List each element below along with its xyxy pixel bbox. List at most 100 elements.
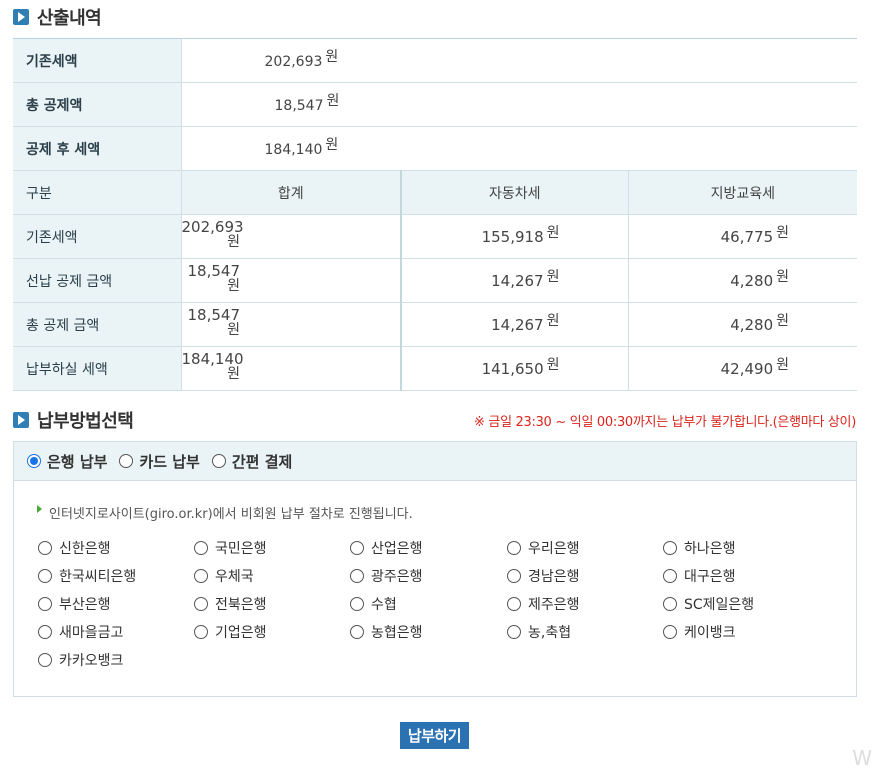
car-tax-cell: 155,918 원	[401, 214, 629, 259]
radio-icon[interactable]	[663, 625, 677, 639]
column-header: 합계	[181, 170, 402, 215]
bank-option[interactable]: 농협은행	[350, 623, 507, 641]
bank-label: 경남은행	[528, 569, 580, 585]
method-bank[interactable]: 은행 납부	[27, 451, 107, 472]
bank-option[interactable]: 광주은행	[350, 567, 507, 585]
bank-option[interactable]: 농,축협	[507, 623, 663, 641]
radio-icon[interactable]	[38, 653, 52, 667]
info-text: 인터넷지로사이트(giro.or.kr)에서 비회원 납부 절차로 진행됩니다.	[49, 507, 413, 522]
bank-option[interactable]: 제주은행	[507, 595, 663, 613]
bank-label: 기업은행	[215, 625, 267, 641]
radio-icon[interactable]	[38, 597, 52, 611]
radio-icon[interactable]	[38, 625, 52, 639]
bank-option[interactable]: 수협	[350, 595, 507, 613]
radio-icon[interactable]	[38, 541, 52, 555]
payment-notice: ※ 금일 23:30 ~ 익일 00:30까지는 납부가 불가합니다.(은행마다…	[473, 415, 856, 430]
payment-section-title: 납부방법선택	[13, 407, 134, 433]
bank-option[interactable]: SC제일은행	[663, 595, 819, 613]
edu-tax-cell: 46,775 원	[628, 214, 858, 259]
bank-option[interactable]: 경남은행	[507, 567, 663, 585]
bullet-triangle-icon	[37, 504, 42, 513]
edu-tax-cell: 4,280 원	[628, 302, 858, 347]
calc-section-title: 산출내역	[13, 4, 102, 30]
radio-icon[interactable]	[119, 454, 134, 468]
column-header: 자동차세	[401, 170, 629, 215]
radio-icon[interactable]	[350, 625, 364, 639]
bank-option[interactable]: 하나은행	[663, 539, 819, 557]
method-easy-pay[interactable]: 간편 결제	[211, 451, 292, 472]
bank-label: 카카오뱅크	[59, 653, 124, 669]
summary-label: 기존세액	[13, 38, 182, 83]
table-header-row: 구분 합계 자동차세 지방교육세	[13, 170, 858, 215]
radio-icon[interactable]	[350, 569, 364, 583]
summary-value: 18,547 원	[181, 82, 858, 127]
radio-icon[interactable]	[194, 569, 208, 583]
row-label: 선납 공제 금액	[13, 258, 182, 303]
bank-label: 우체국	[215, 569, 254, 585]
watermark: W	[852, 746, 872, 770]
table-row: 납부하실 세액 184,140원 141,650 원 42,490 원	[13, 346, 858, 391]
radio-icon[interactable]	[211, 454, 226, 468]
calc-table: 기존세액 202,693 원 총 공제액 18,547 원 공제 후 세액 184,…	[13, 38, 858, 391]
radio-icon[interactable]	[38, 569, 52, 583]
radio-icon[interactable]	[507, 541, 521, 555]
radio-icon[interactable]	[507, 597, 521, 611]
bank-option[interactable]: 한국씨티은행	[38, 567, 194, 585]
bank-option[interactable]: 전북은행	[194, 595, 350, 613]
row-label: 총 공제 금액	[13, 302, 182, 347]
bank-label: 케이뱅크	[684, 625, 736, 641]
bank-label: 제주은행	[528, 597, 580, 613]
table-row: 기존세액 202,693원 155,918 원 46,775 원	[13, 214, 858, 259]
total-cell: 18,547원	[181, 302, 402, 347]
car-tax-cell: 141,650 원	[401, 346, 629, 391]
summary-value: 202,693 원	[181, 38, 858, 83]
bank-option[interactable]: 기업은행	[194, 623, 350, 641]
car-tax-cell: 14,267 원	[401, 302, 629, 347]
bank-label: 부산은행	[59, 597, 111, 613]
bank-option[interactable]: 우체국	[194, 567, 350, 585]
bank-option[interactable]: 산업은행	[350, 539, 507, 557]
method-card[interactable]: 카드 납부	[119, 451, 200, 472]
radio-icon[interactable]	[663, 569, 677, 583]
radio-icon[interactable]	[663, 597, 677, 611]
radio-icon[interactable]	[194, 597, 208, 611]
arrow-right-icon	[13, 412, 29, 428]
total-cell: 18,547원	[181, 258, 402, 303]
edu-tax-cell: 4,280 원	[628, 258, 858, 303]
info-message: 인터넷지로사이트(giro.or.kr)에서 비회원 납부 절차로 진행됩니다.	[37, 503, 413, 522]
bank-label: SC제일은행	[684, 597, 755, 613]
pay-submit-button[interactable]: 납부하기	[400, 722, 469, 749]
payment-box: 은행 납부 카드 납부 간편 결제 인터넷지로사이트(giro.or.kr)에서…	[13, 441, 857, 697]
bank-label: 우리은행	[528, 541, 580, 557]
bank-option[interactable]: 카카오뱅크	[38, 651, 194, 669]
payment-title: 납부방법선택	[37, 411, 134, 432]
calc-title: 산출내역	[37, 8, 102, 29]
radio-icon[interactable]	[194, 541, 208, 555]
bank-label: 농협은행	[371, 625, 423, 641]
table-row: 총 공제 금액 18,547원 14,267 원 4,280 원	[13, 302, 858, 347]
bank-option[interactable]: 부산은행	[38, 595, 194, 613]
bank-option[interactable]: 국민은행	[194, 539, 350, 557]
radio-icon[interactable]	[507, 569, 521, 583]
radio-icon[interactable]	[507, 625, 521, 639]
method-label: 은행 납부	[47, 452, 108, 471]
column-header: 구분	[13, 170, 182, 215]
row-label: 기존세액	[13, 214, 182, 259]
bank-option[interactable]: 새마을금고	[38, 623, 194, 641]
bank-option[interactable]: 대구은행	[663, 567, 819, 585]
radio-icon[interactable]	[194, 625, 208, 639]
bank-option[interactable]: 신한은행	[38, 539, 194, 557]
bank-option[interactable]: 케이뱅크	[663, 623, 819, 641]
bank-label: 산업은행	[371, 541, 423, 557]
radio-icon[interactable]	[350, 597, 364, 611]
radio-selected-icon[interactable]	[27, 454, 41, 468]
bank-label: 한국씨티은행	[59, 569, 137, 585]
bank-option[interactable]: 우리은행	[507, 539, 663, 557]
total-cell: 184,140원	[181, 346, 402, 391]
radio-icon[interactable]	[350, 541, 364, 555]
summary-row: 총 공제액 18,547 원	[13, 82, 858, 127]
bank-list: 신한은행 국민은행 산업은행 우리은행 하나은행 한국씨티은행 우체국 광주은행…	[38, 539, 838, 669]
radio-icon[interactable]	[663, 541, 677, 555]
bank-label: 광주은행	[371, 569, 423, 585]
bank-label: 농,축협	[528, 625, 572, 641]
